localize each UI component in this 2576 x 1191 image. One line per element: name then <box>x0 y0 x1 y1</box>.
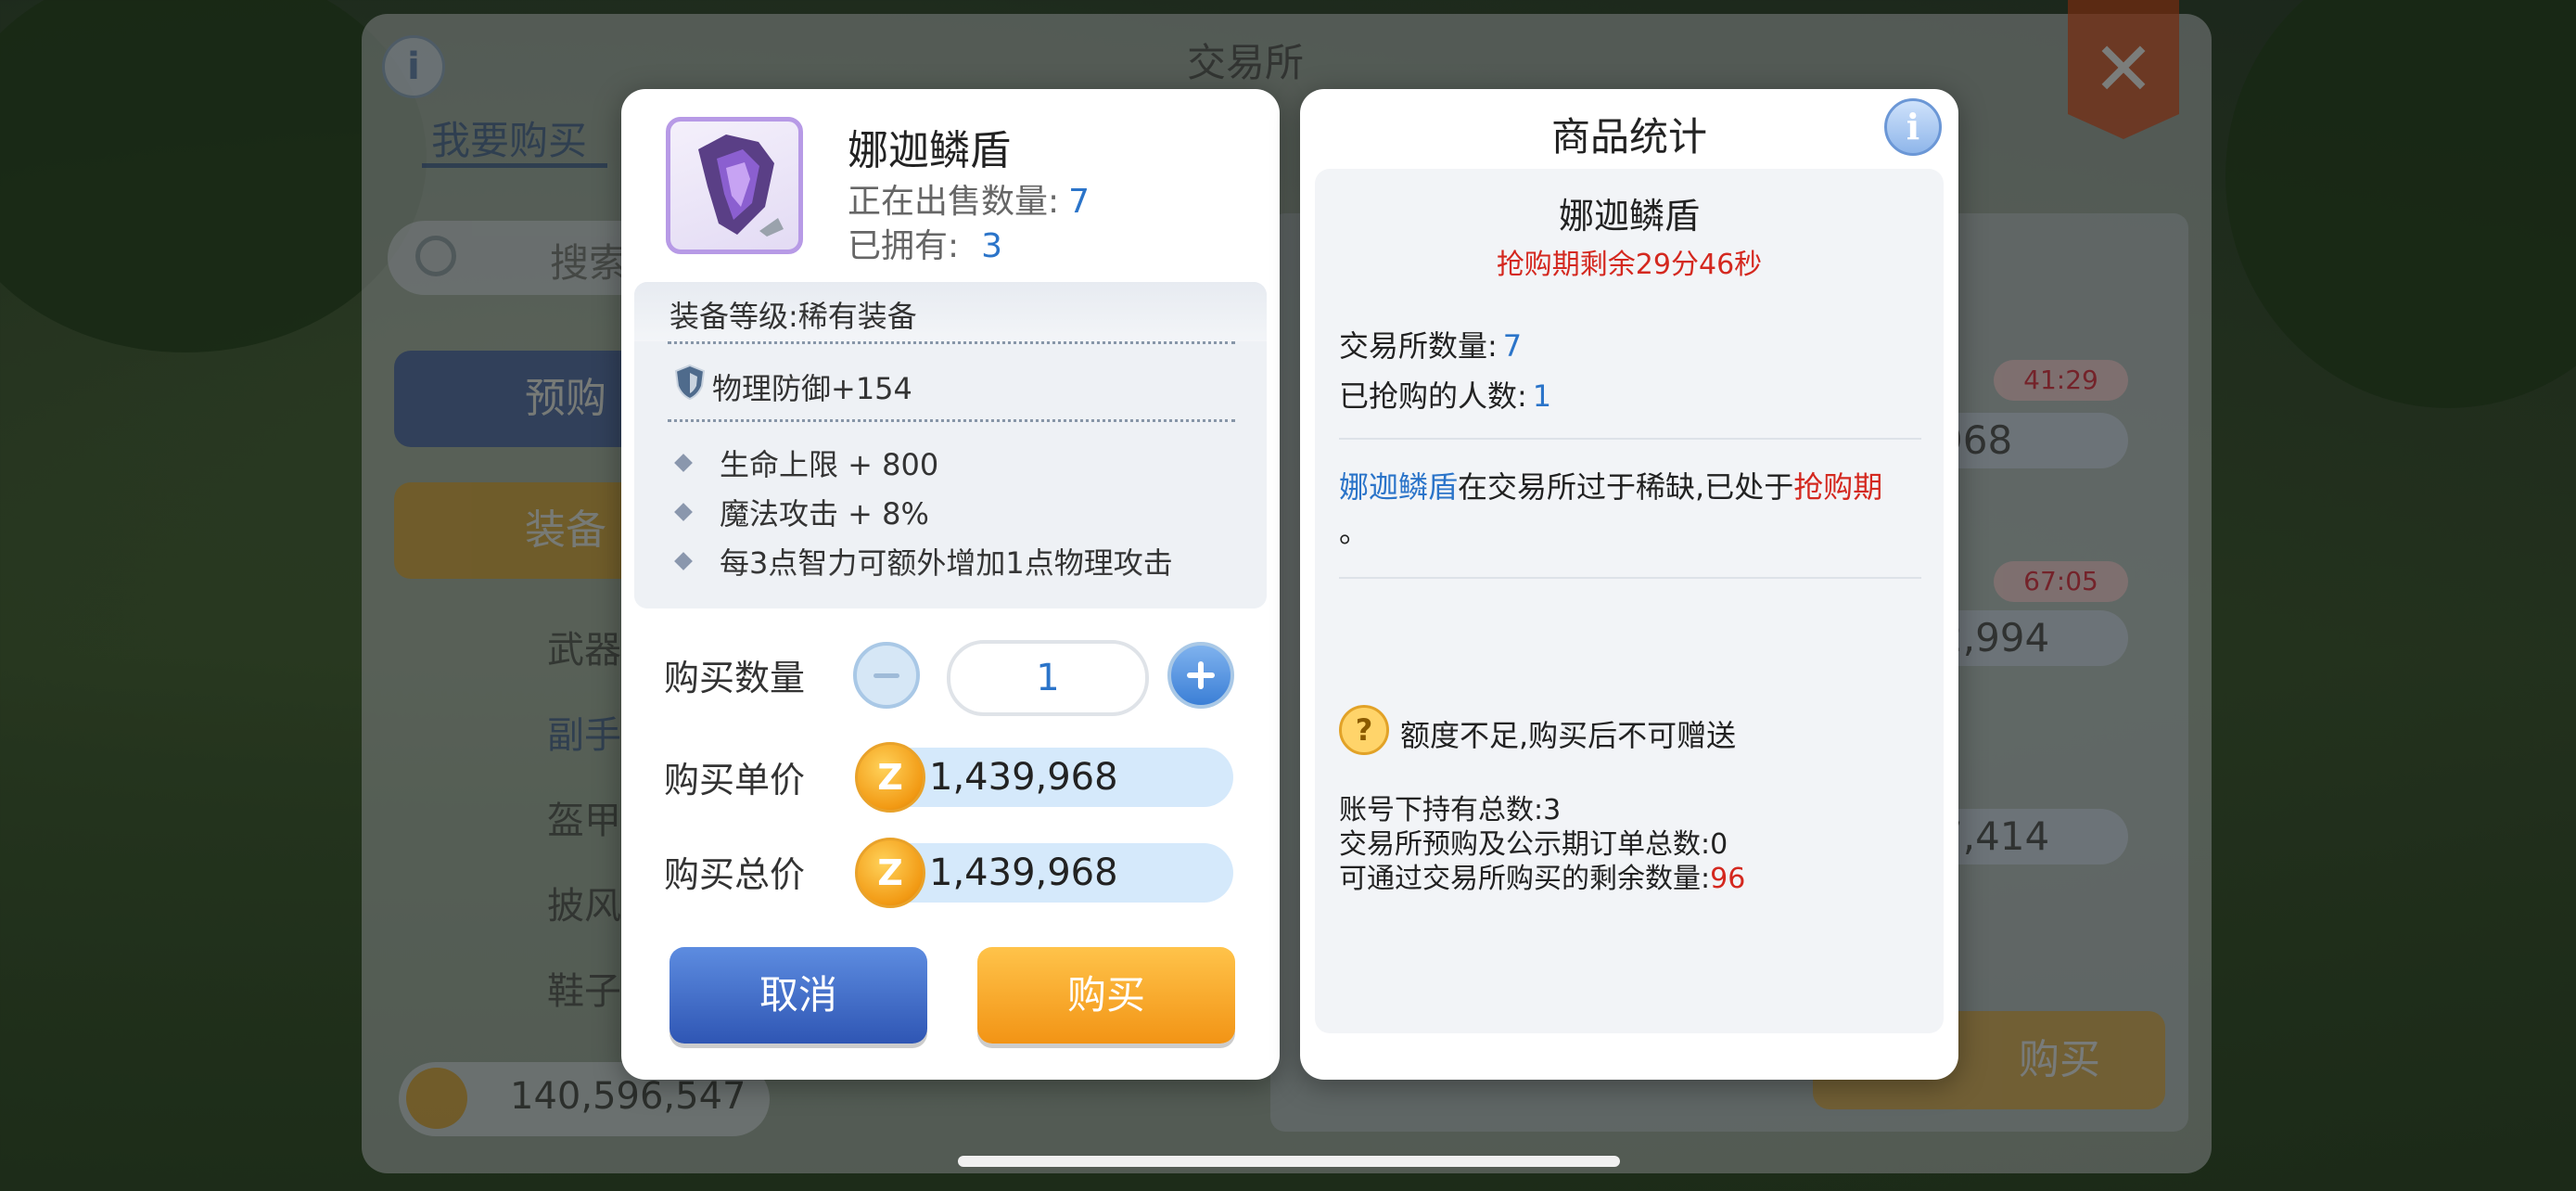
coin-icon: Z <box>855 838 925 908</box>
shield-item-icon <box>698 134 784 237</box>
buy-dialog: 娜迦鳞盾 正在出售数量: 7 已拥有: 3 装备等级:稀有装备 物理防御+154 生… <box>621 89 1280 1080</box>
shield-icon <box>674 364 706 401</box>
flash-sale-timer: 抢购期剩余29分46秒 <box>1496 249 1763 281</box>
remaining-quantity: 可通过交易所购买的剩余数量:96 <box>1339 855 1745 896</box>
minus-icon[interactable] <box>853 642 920 709</box>
stats-item-name: 娜迦鳞盾 <box>1558 196 1700 237</box>
stats-body: 娜迦鳞盾 抢购期剩余29分46秒 交易所数量: 7 已抢购的人数: 1 娜迦鳞盾在交… <box>1315 169 1944 1033</box>
exchange-qty-label: 交易所数量: <box>1339 328 1498 364</box>
sub-stat: 生命上限 + 800 <box>720 447 939 482</box>
sub-stat: 魔法攻击 + 8% <box>720 496 929 531</box>
question-icon: ? <box>1339 705 1389 755</box>
divider <box>668 419 1235 422</box>
equip-grade: 装备等级:稀有装备 <box>670 299 917 334</box>
bullet-icon <box>674 503 693 521</box>
total-price-value: 1,439,968 <box>879 843 1233 903</box>
notice-end: 。 <box>1339 514 1370 549</box>
divider <box>1339 438 1921 440</box>
home-indicator[interactable] <box>958 1156 1620 1167</box>
total-price-label: 购买总价 <box>664 854 806 895</box>
unit-price-value: 1,439,968 <box>879 748 1233 807</box>
main-stat: 物理防御+154 <box>712 371 912 406</box>
owned-value: 3 <box>981 227 1003 265</box>
grabbed-value: 1 <box>1532 378 1552 414</box>
cancel-button[interactable]: 取消 <box>670 947 927 1044</box>
attribute-header: 装备等级:稀有装备 <box>634 282 1267 341</box>
coin-icon: Z <box>855 742 925 813</box>
on-sale-label: 正在出售数量: <box>848 183 1060 221</box>
scarcity-notice: 娜迦鳞盾在交易所过于稀缺,已处于抢购期 <box>1339 464 1882 506</box>
remain-label: 可通过交易所购买的剩余数量: <box>1339 863 1711 895</box>
bullet-icon <box>674 552 693 570</box>
exchange-qty-value: 7 <box>1502 328 1523 364</box>
item-name: 娜迦鳞盾 <box>848 127 1011 174</box>
grabbed-count: 已抢购的人数: 1 <box>1339 373 1551 416</box>
divider <box>668 341 1235 344</box>
stats-title: 商品统计 <box>1550 114 1707 160</box>
notice-state: 抢购期 <box>1793 469 1883 505</box>
owned-label: 已拥有: <box>848 227 960 265</box>
qty-label: 购买数量 <box>664 658 806 698</box>
stats-dialog: 商品统计 i 娜迦鳞盾 抢购期剩余29分46秒 交易所数量: 7 已抢购的人数: 1… <box>1300 89 1958 1080</box>
quantity-input[interactable]: 1 <box>947 640 1149 716</box>
notice-item-name: 娜迦鳞盾 <box>1339 469 1459 505</box>
owned-count: 已拥有: 3 <box>848 219 1002 267</box>
on-sale-count: 正在出售数量: 7 <box>848 174 1090 223</box>
buy-button[interactable]: 购买 <box>977 947 1235 1044</box>
info-icon[interactable]: i <box>1884 98 1942 156</box>
remain-value: 96 <box>1710 863 1746 895</box>
scroll-fade <box>634 571 1267 608</box>
quota-warning: 额度不足,购买后不可赠送 <box>1400 718 1737 753</box>
exchange-quantity: 交易所数量: 7 <box>1339 323 1522 365</box>
item-icon <box>666 117 803 254</box>
bullet-icon <box>674 454 693 472</box>
attribute-box[interactable]: 装备等级:稀有装备 物理防御+154 生命上限 + 800 魔法攻击 + 8% … <box>634 282 1267 608</box>
unit-price-label: 购买单价 <box>664 760 806 800</box>
plus-icon[interactable] <box>1167 642 1234 709</box>
divider <box>1339 577 1921 579</box>
grabbed-label: 已抢购的人数: <box>1339 378 1527 414</box>
modal-overlay <box>0 0 2576 1191</box>
notice-text: 在交易所过于稀缺,已处于 <box>1458 469 1794 505</box>
on-sale-value: 7 <box>1068 183 1090 221</box>
